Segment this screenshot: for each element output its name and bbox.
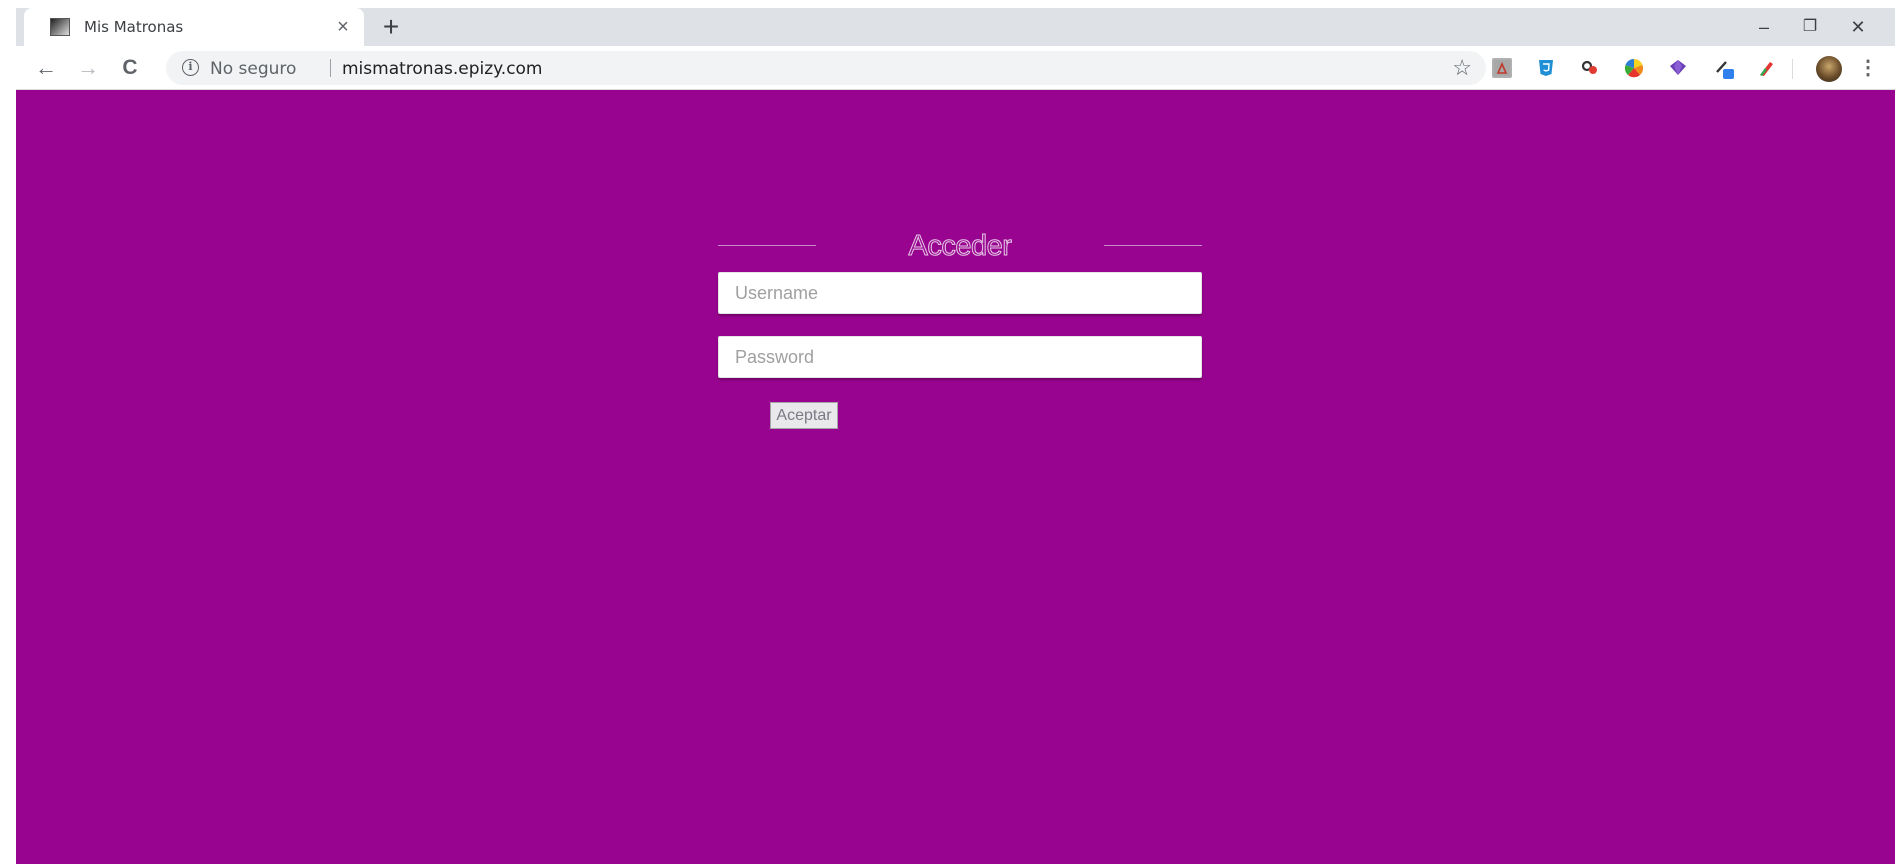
window-close-icon[interactable]: ✕ [1838,12,1878,42]
menu-dots-icon[interactable]: ⋮ [1858,54,1878,82]
brush-extension-icon[interactable] [1756,58,1776,78]
login-title: Acceder [908,230,1012,263]
login-form: Acceder Aceptar [718,230,1202,429]
site-favicon-icon [50,18,70,36]
tab-mis-matronas[interactable]: Mis Matronas × [24,8,364,46]
login-header: Acceder [718,230,1202,270]
page-content: Acceder Aceptar [16,90,1895,864]
browser-window: Mis Matronas × + – ❐ ✕ ← → C i No seguro… [16,8,1895,864]
minimize-icon[interactable]: – [1744,12,1784,42]
color-wheel-extension-icon[interactable] [1624,58,1644,78]
url-text[interactable]: mismatronas.epizy.com [342,59,543,79]
password-input[interactable] [718,336,1202,378]
address-separator [330,59,331,77]
toolbar-separator [1792,59,1793,79]
restore-icon[interactable]: ❐ [1790,12,1830,42]
tab-title: Mis Matronas [84,18,184,36]
aceptar-button[interactable]: Aceptar [770,402,838,429]
security-status[interactable]: No seguro [210,59,296,79]
bookmark-star-icon[interactable]: ☆ [1452,55,1472,81]
color-extension-icon[interactable] [1580,58,1600,78]
back-arrow-icon[interactable]: ← [32,54,60,82]
info-icon[interactable]: i [182,59,199,76]
gem-extension-icon[interactable] [1668,58,1688,78]
title-divider-right [1104,245,1202,246]
eyedropper-extension-icon[interactable] [1714,58,1734,79]
browser-toolbar: ← → C i No seguro mismatronas.epizy.com … [16,46,1895,90]
new-tab-button[interactable]: + [376,12,406,42]
css3-extension-icon[interactable] [1536,58,1556,78]
pdf-extension-icon[interactable] [1492,58,1512,78]
forward-arrow-icon[interactable]: → [74,54,102,82]
profile-avatar[interactable] [1816,56,1842,82]
address-bar[interactable]: i No seguro mismatronas.epizy.com ☆ [166,51,1486,85]
tab-close-icon[interactable]: × [330,14,356,40]
tab-strip: Mis Matronas × + – ❐ ✕ [16,8,1895,46]
username-input[interactable] [718,272,1202,314]
reload-icon[interactable]: C [116,54,144,82]
